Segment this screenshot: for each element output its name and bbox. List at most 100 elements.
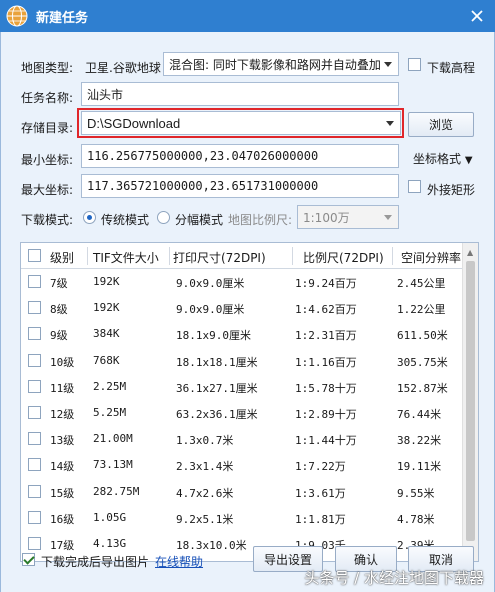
row-tif-size: 2.25M <box>93 379 127 393</box>
task-name-input[interactable]: 汕头市 <box>81 82 399 106</box>
column-divider <box>87 247 88 265</box>
column-header-resolution: 空间分辨率 <box>401 251 462 265</box>
window-title: 新建任务 <box>36 10 89 26</box>
max-coord-input[interactable]: 117.365721000000,23.651731000000 <box>81 174 399 198</box>
table-row[interactable]: 7级 192K 9.0x9.0厘米 1:9.24百万 2.45公里 <box>21 270 463 294</box>
row-tif-size: 73.13M <box>93 458 133 472</box>
row-checkbox[interactable] <box>28 275 41 288</box>
row-scale: 1:9.24百万 <box>295 277 357 290</box>
storage-dir-label: 存储目录: <box>21 121 74 135</box>
row-resolution: 19.11米 <box>397 460 442 474</box>
coord-format-label: 坐标格式 <box>413 152 462 166</box>
row-resolution: 38.22米 <box>397 434 442 448</box>
table-row[interactable]: 13级 21.00M 1.3x0.7米 1:1.44十万 38.22米 <box>21 427 463 451</box>
vertical-scrollbar[interactable]: ▲ ▼ <box>462 243 478 561</box>
select-all-checkbox[interactable] <box>28 249 41 262</box>
chevron-down-icon <box>384 62 392 67</box>
table-row[interactable]: 10级 768K 18.1x18.1厘米 1:1.16百万 305.75米 <box>21 349 463 373</box>
row-scale: 1:1.16百万 <box>295 355 357 369</box>
row-resolution: 9.55米 <box>397 486 435 500</box>
traditional-mode-radio[interactable] <box>83 211 96 224</box>
row-checkbox[interactable] <box>28 510 41 524</box>
row-scale: 1:1.81万 <box>295 512 346 526</box>
export-after-download-label: 下载完成后导出图片 <box>41 555 150 569</box>
row-scale: 1:1.44十万 <box>295 434 357 448</box>
map-scale-value: 1:100万 <box>303 210 350 225</box>
storage-dir-select[interactable]: D:\SGDownload <box>81 111 401 135</box>
table-row[interactable]: 12级 5.25M 63.2x36.1厘米 1:2.89十万 76.44米 <box>21 401 463 425</box>
row-level: 11级 <box>50 381 75 395</box>
row-level: 14级 <box>50 460 75 474</box>
row-resolution: 305.75米 <box>397 355 448 369</box>
table-row[interactable]: 14级 73.13M 2.3x1.4米 1:7.22万 19.11米 <box>21 453 463 477</box>
tiled-mode-label: 分幅模式 <box>175 213 224 227</box>
row-level: 16级 <box>50 512 75 526</box>
column-header-print-size: 打印尺寸(72DPI) <box>173 251 266 265</box>
caret-down-icon: ▼ <box>464 155 473 166</box>
bounding-rect-checkbox[interactable] <box>408 180 421 193</box>
row-print-size: 9.2x5.1米 <box>176 512 234 526</box>
row-tif-size: 384K <box>93 327 120 341</box>
browse-button[interactable]: 浏览 <box>408 112 474 137</box>
min-coord-input[interactable]: 116.256775000000,23.047026000000 <box>81 144 399 168</box>
row-print-size: 18.1x18.1厘米 <box>176 355 258 369</box>
row-checkbox[interactable] <box>28 301 41 315</box>
row-checkbox[interactable] <box>28 327 41 341</box>
row-resolution: 611.50米 <box>397 329 448 343</box>
map-type-label: 地图类型: <box>21 61 74 75</box>
table-row[interactable]: 8级 192K 9.0x9.0厘米 1:4.62百万 1.22公里 <box>21 296 463 320</box>
row-print-size: 4.7x2.6米 <box>176 486 234 500</box>
app-logo-icon <box>6 5 28 27</box>
row-level: 17级 <box>50 539 75 552</box>
row-level: 15级 <box>50 486 75 500</box>
table-row[interactable]: 15级 282.75M 4.7x2.6米 1:3.61万 9.55米 <box>21 480 463 504</box>
map-scale-select[interactable]: 1:100万 <box>297 205 399 229</box>
chevron-down-icon <box>384 215 392 220</box>
level-table: 级别 TIF文件大小 打印尺寸(72DPI) 比例尺(72DPI) 空间分辨率 … <box>20 242 479 562</box>
table-row[interactable]: 16级 1.05G 9.2x5.1米 1:1.81万 4.78米 <box>21 506 463 530</box>
tiled-mode-radio[interactable] <box>157 211 170 224</box>
row-checkbox[interactable] <box>28 353 41 367</box>
row-scale: 1:3.61万 <box>295 486 346 500</box>
new-task-dialog: 地图类型: 卫星.谷歌地球 混合图: 同时下载影像和路网并自动叠加 下载高程 任… <box>0 32 495 592</box>
max-coord-label: 最大坐标: <box>21 183 74 197</box>
column-divider <box>169 247 170 265</box>
traditional-mode-label: 传统模式 <box>101 213 150 227</box>
row-checkbox[interactable] <box>28 537 41 550</box>
title-bar: 新建任务 <box>0 0 495 32</box>
row-print-size: 18.3x10.0米 <box>176 539 247 552</box>
export-after-download-checkbox[interactable] <box>22 553 35 566</box>
map-mode-select[interactable]: 混合图: 同时下载影像和路网并自动叠加 <box>163 52 399 76</box>
row-checkbox[interactable] <box>28 406 41 419</box>
bounding-rect-label: 外接矩形 <box>427 183 476 197</box>
row-checkbox[interactable] <box>28 432 41 446</box>
online-help-link[interactable]: 在线帮助 <box>155 553 203 570</box>
table-row[interactable]: 11级 2.25M 36.1x27.1厘米 1:5.78十万 152.87米 <box>21 375 463 399</box>
min-coord-value: 116.256775000000,23.047026000000 <box>87 149 319 163</box>
row-tif-size: 21.00M <box>93 432 133 446</box>
column-divider <box>392 247 393 265</box>
map-mode-select-value: 混合图: 同时下载影像和路网并自动叠加 <box>169 57 381 72</box>
coord-format-button[interactable]: 坐标格式 ▼ <box>413 150 473 167</box>
row-print-size: 63.2x36.1厘米 <box>176 408 258 421</box>
task-name-label: 任务名称: <box>21 91 74 105</box>
scroll-thumb[interactable] <box>466 261 475 541</box>
map-scale-label: 地图比例尺: <box>228 213 293 227</box>
table-row[interactable]: 9级 384K 18.1x9.0厘米 1:2.31百万 611.50米 <box>21 322 463 346</box>
row-scale: 1:2.89十万 <box>295 408 357 421</box>
download-elevation-checkbox[interactable] <box>408 58 421 71</box>
row-level: 7级 <box>50 277 68 290</box>
row-resolution: 152.87米 <box>397 381 448 395</box>
watermark-text: 头条号 / 水经注地图下载器 <box>304 569 484 587</box>
row-level: 9级 <box>50 329 68 343</box>
row-checkbox[interactable] <box>28 484 41 498</box>
scroll-up-icon[interactable]: ▲ <box>467 248 473 257</box>
row-checkbox[interactable] <box>28 458 41 472</box>
row-print-size: 2.3x1.4米 <box>176 460 234 474</box>
min-coord-label: 最小坐标: <box>21 153 74 167</box>
close-button[interactable] <box>467 6 487 26</box>
column-header-scale: 比例尺(72DPI) <box>303 251 384 265</box>
row-checkbox[interactable] <box>28 379 41 393</box>
chevron-down-icon <box>386 121 394 126</box>
column-divider <box>292 247 293 265</box>
